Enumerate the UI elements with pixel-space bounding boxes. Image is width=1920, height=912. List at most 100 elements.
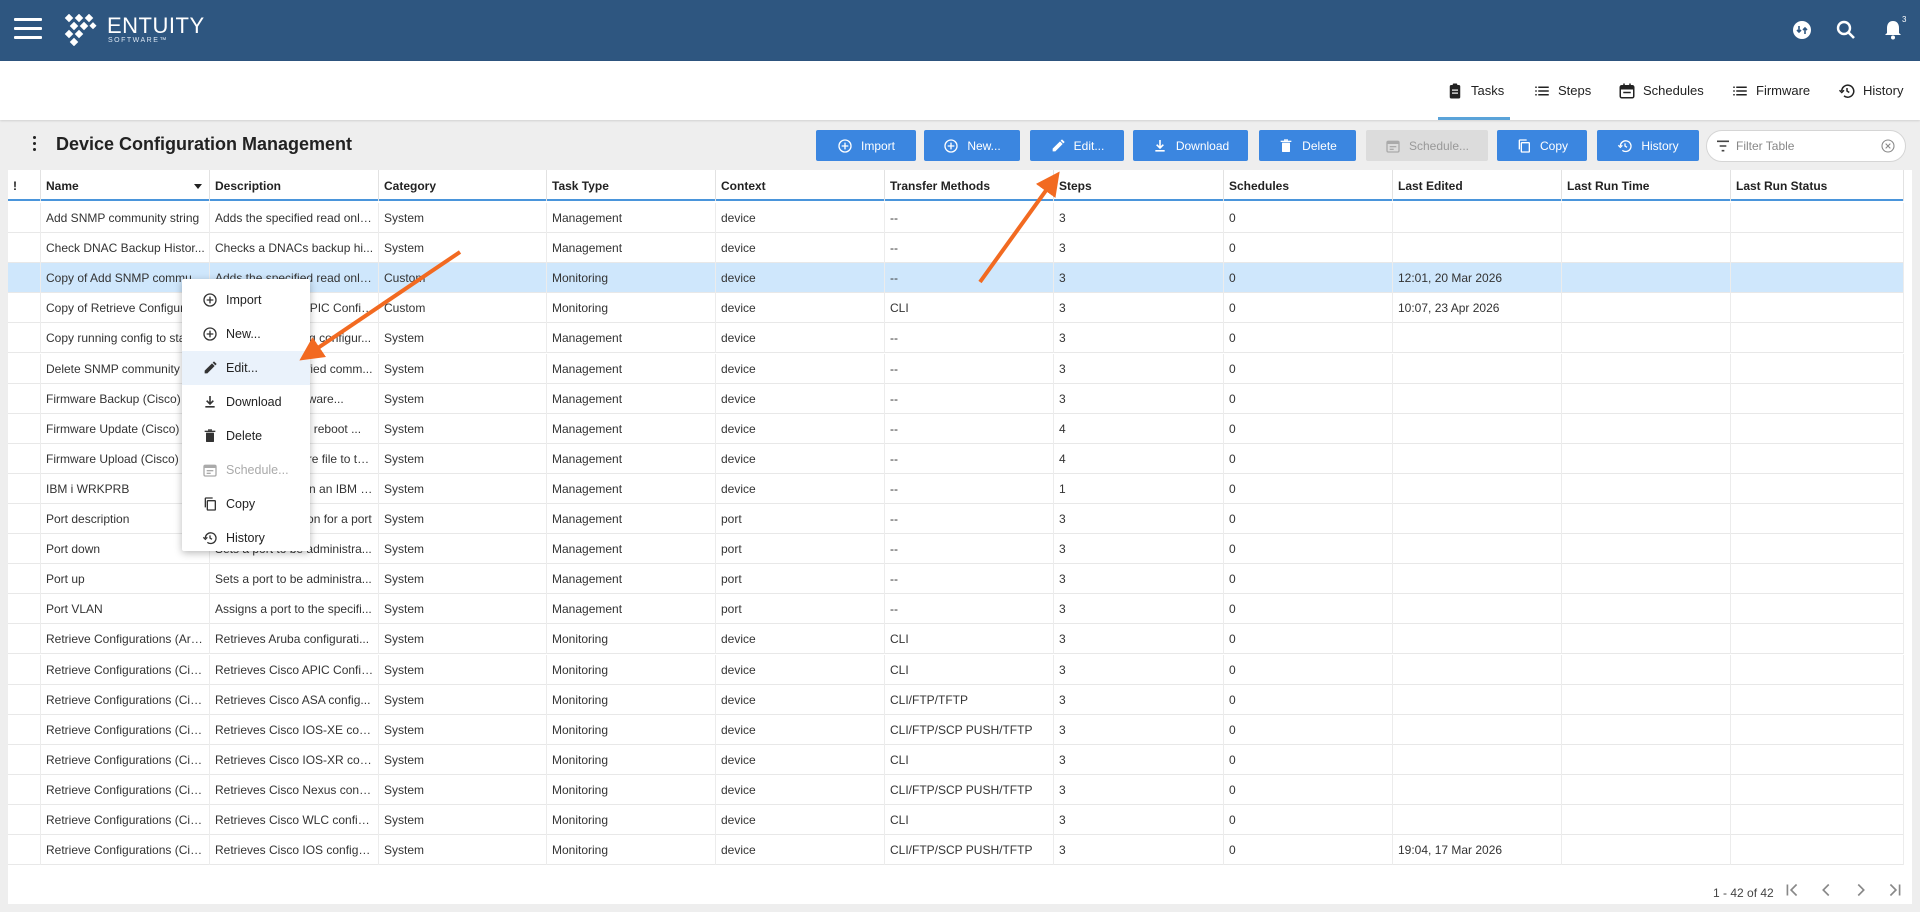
cell-last-run-status (1731, 684, 1904, 715)
cell-schedules: 0 (1224, 805, 1393, 835)
cell-text: 3 (1059, 662, 1066, 677)
schedule-button[interactable]: Schedule... (1366, 130, 1488, 161)
header-col-description[interactable]: Description (210, 170, 379, 201)
header-col-context[interactable]: Context (716, 170, 885, 201)
header-col-transfer-methods[interactable]: Transfer Methods (885, 170, 1054, 201)
cell-text: device (721, 271, 756, 286)
table-row[interactable]: Retrieve Configurations (Cis... Retrieves… (8, 684, 1904, 715)
context-menu-copy[interactable]: Copy (182, 487, 310, 521)
tab-history[interactable]: History (1838, 61, 1903, 120)
table-row[interactable]: Port VLAN Assigns a port to the specifi..… (8, 594, 1904, 625)
cell-text: Firmware Upload (Cisco) (46, 451, 179, 466)
cell-description: Retrieves Cisco Nexus confi... (210, 774, 379, 805)
download-button[interactable]: Download (1133, 130, 1248, 161)
cell-task-type: Management (547, 353, 716, 384)
copy-button-label: Copy (1539, 138, 1568, 153)
header-col-last-run-time[interactable]: Last Run Time (1562, 170, 1731, 201)
cell-task-type: Monitoring (547, 714, 716, 745)
cell-text: Monitoring (552, 752, 609, 767)
context-menu-history[interactable]: History (182, 521, 310, 555)
import-button[interactable]: Import (816, 130, 916, 161)
next-page-icon[interactable] (1850, 879, 1872, 901)
new-button-label: New... (967, 138, 1001, 153)
cell-steps: 3 (1054, 353, 1224, 384)
context-menu-import[interactable]: Import (182, 283, 310, 317)
table-row[interactable]: Retrieve Configurations (Cis... Retrieves… (8, 654, 1904, 685)
header-col-steps[interactable]: Steps (1054, 170, 1224, 201)
tab-firmware[interactable]: Firmware (1731, 61, 1810, 120)
cell-category: System (379, 504, 547, 534)
search-icon[interactable] (1834, 18, 1858, 42)
clipboard-icon (1449, 83, 1461, 98)
context-menu-schedule[interactable]: Schedule... (182, 453, 310, 487)
last-page-icon[interactable] (1884, 879, 1906, 901)
cell-last-edited: 10:07, 23 Apr 2026 (1393, 293, 1562, 324)
table-row[interactable]: Check DNAC Backup Histor... Checks a DNAC… (8, 233, 1904, 264)
header-col-task-type[interactable]: Task Type (547, 170, 716, 201)
table-row[interactable]: Retrieve Configurations (Cis... Retrieves… (8, 774, 1904, 805)
header-col-last-run-status[interactable]: Last Run Status (1731, 170, 1904, 201)
cell-text: device (721, 752, 756, 767)
filter-table-field[interactable] (1706, 130, 1906, 162)
download-icon (1155, 139, 1165, 152)
context-menu-download[interactable]: Download (182, 385, 310, 419)
cell-flag (8, 564, 41, 595)
delete-button[interactable]: Delete (1259, 130, 1356, 161)
cell-context: device (716, 293, 885, 324)
history-button[interactable]: History (1597, 130, 1699, 161)
table-row[interactable]: Retrieve Configurations (Cis... Retrieves… (8, 805, 1904, 835)
header-col-name[interactable]: Name (41, 170, 210, 201)
tab-steps[interactable]: Steps (1533, 61, 1591, 120)
cell-text: 0 (1229, 331, 1236, 346)
cell-steps: 3 (1054, 263, 1224, 294)
table-row[interactable]: Retrieve Configurations (Aru... Retrieves… (8, 624, 1904, 655)
cell-text: Management (552, 421, 623, 436)
cell-text: 0 (1229, 572, 1236, 587)
tab-tasks[interactable]: Tasks (1437, 61, 1511, 120)
cell-last-run-status (1731, 805, 1904, 835)
cell-last-run-time (1562, 594, 1731, 625)
cell-text: 0 (1229, 662, 1236, 677)
hamburger-menu-icon[interactable] (14, 18, 42, 42)
cell-text: System (384, 782, 425, 797)
cell-transfer-methods: -- (885, 564, 1054, 595)
filter-table-input[interactable] (1736, 139, 1876, 153)
cell-steps: 1 (1054, 473, 1224, 504)
context-menu-delete[interactable]: Delete (182, 419, 310, 453)
edit-button[interactable]: Edit... (1030, 130, 1124, 161)
cell-context: device (716, 774, 885, 805)
new-button[interactable]: New... (924, 130, 1020, 161)
tab-schedules[interactable]: Schedules (1618, 61, 1704, 120)
table-row[interactable]: Port up Sets a port to be administra... Sy… (8, 564, 1904, 595)
header-col-flag[interactable]: ! (8, 170, 41, 201)
cell-name: Retrieve Configurations (Aru... (41, 624, 210, 655)
cell-text: 0 (1229, 361, 1236, 376)
clear-icon[interactable] (1880, 138, 1896, 154)
context-menu-edit[interactable]: Edit... (182, 351, 310, 385)
header-col-last-edited[interactable]: Last Edited (1393, 170, 1562, 201)
table-row[interactable]: Retrieve Configurations (Cis... Retrieves… (8, 744, 1904, 775)
first-page-icon[interactable] (1781, 879, 1803, 901)
table-row[interactable]: Retrieve Configurations (Cis... Retrieves… (8, 835, 1904, 866)
cell-text: device (721, 662, 756, 677)
more-options-icon[interactable] (30, 136, 38, 156)
copy-button[interactable]: Copy (1497, 130, 1587, 161)
table-row[interactable]: Add SNMP community string Adds the specif… (8, 203, 1904, 233)
cell-text: Sets a port to be administra... (215, 572, 372, 587)
history-icon (1838, 83, 1855, 98)
cell-text: 0 (1229, 211, 1236, 225)
header-col-category[interactable]: Category (379, 170, 547, 201)
network-status-icon[interactable] (1790, 18, 1814, 42)
header-col-schedules[interactable]: Schedules (1224, 170, 1393, 201)
previous-page-icon[interactable] (1815, 879, 1837, 901)
cell-flag (8, 654, 41, 685)
cell-transfer-methods: -- (885, 473, 1054, 504)
table-row[interactable]: Retrieve Configurations (Cis... Retrieves… (8, 714, 1904, 745)
cell-last-run-time (1562, 413, 1731, 444)
entuity-logo-icon[interactable] (62, 14, 98, 46)
context-menu-new[interactable]: New... (182, 317, 310, 351)
cell-text: Port description (46, 512, 130, 526)
cell-schedules: 0 (1224, 714, 1393, 745)
sort-desc-icon[interactable] (193, 181, 203, 191)
cell-text: 0 (1229, 602, 1236, 617)
